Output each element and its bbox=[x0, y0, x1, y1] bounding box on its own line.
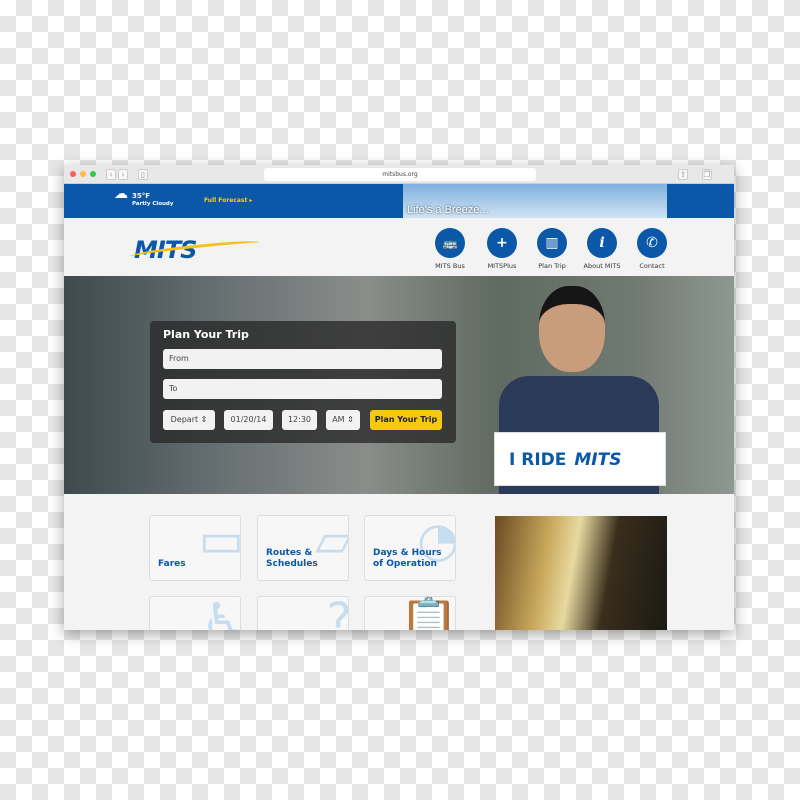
info-icon: i bbox=[587, 228, 617, 258]
nav-label: Plan Trip bbox=[538, 262, 566, 270]
date-input[interactable]: 01/20/14 bbox=[224, 410, 273, 430]
map-icon: ▥ bbox=[537, 228, 567, 258]
tile-label: Routes & Schedules bbox=[266, 548, 318, 569]
browser-window: ‹ › ▯ mitsbus.org ⇧ ❐ ☁ 35°F Partly Clou… bbox=[64, 165, 734, 630]
temperature: 35°F bbox=[132, 192, 151, 200]
maximize-button[interactable] bbox=[90, 171, 96, 177]
tile-label: Fares bbox=[158, 559, 186, 569]
nav-mits-bus[interactable]: 🚌 MITS Bus bbox=[425, 228, 475, 270]
nav-label: MITS Bus bbox=[435, 262, 465, 270]
time-input[interactable]: 12:30 bbox=[282, 410, 317, 430]
clipboard-icon: 📋 bbox=[399, 596, 456, 630]
tile-fares[interactable]: ▭ Fares bbox=[149, 515, 241, 581]
close-button[interactable] bbox=[70, 171, 76, 177]
sidebar-icon[interactable]: ▯ bbox=[138, 169, 148, 180]
nav-mitsplus[interactable]: + MITSPlus bbox=[477, 228, 527, 270]
plan-trip-button[interactable]: Plan Your Trip bbox=[370, 410, 442, 430]
depart-select[interactable]: Depart ⇕ bbox=[163, 410, 215, 430]
nav-label: About MITS bbox=[583, 262, 621, 270]
back-button[interactable]: ‹ bbox=[106, 169, 116, 180]
weather-condition: Partly Cloudy bbox=[132, 201, 174, 207]
sign-logo: MITS bbox=[574, 450, 622, 470]
tile-hours[interactable]: ◔ Days & Hours of Operation bbox=[364, 515, 456, 581]
tile-label: Days & Hours of Operation bbox=[373, 548, 442, 569]
minimize-button[interactable] bbox=[80, 171, 86, 177]
tabs-icon[interactable]: ❐ bbox=[702, 169, 712, 180]
from-input[interactable]: From bbox=[163, 349, 442, 369]
bus-icon: 🚌 bbox=[435, 228, 465, 258]
nav-label: MITSPlus bbox=[487, 262, 517, 270]
weather-cloud-icon: ☁ bbox=[114, 186, 128, 202]
nav-plan-trip[interactable]: ▥ Plan Trip bbox=[527, 228, 577, 270]
i-ride-sign: I RIDE MITS bbox=[494, 432, 666, 486]
quick-links: ▭ Fares ▱ Routes & Schedules ◔ Days & Hours… bbox=[64, 494, 734, 630]
trip-planner-title: Plan Your Trip bbox=[163, 328, 249, 341]
tile-forms[interactable]: 📋 bbox=[364, 596, 456, 630]
to-input[interactable]: To bbox=[163, 379, 442, 399]
share-icon[interactable]: ⇧ bbox=[678, 169, 688, 180]
hero-section: I RIDE MITS Plan Your Trip From To Depart… bbox=[64, 276, 734, 494]
trip-planner: Plan Your Trip From To Depart ⇕ 01/20/14… bbox=[150, 321, 456, 443]
card-icon: ▭ bbox=[198, 515, 241, 568]
top-band: ☁ 35°F Partly Cloudy Full Forecast ▸ Lif… bbox=[64, 184, 734, 218]
tile-accessibility[interactable]: ♿ bbox=[149, 596, 241, 630]
bus-plus-icon: + bbox=[487, 228, 517, 258]
nav-contact[interactable]: ✆ Contact bbox=[627, 228, 677, 270]
full-forecast-link[interactable]: Full Forecast ▸ bbox=[204, 197, 252, 204]
question-icon: ? bbox=[327, 597, 348, 630]
weather-widget: ☁ 35°F Partly Cloudy bbox=[114, 187, 174, 208]
sign-text: I RIDE bbox=[509, 450, 567, 470]
tile-routes[interactable]: ▱ Routes & Schedules bbox=[257, 515, 349, 581]
banner-text: Life's a Breeze... bbox=[407, 204, 489, 216]
mits-logo[interactable]: MITS bbox=[134, 236, 197, 264]
promo-photo[interactable] bbox=[495, 516, 667, 630]
address-bar[interactable]: mitsbus.org bbox=[264, 168, 536, 181]
forward-button[interactable]: › bbox=[118, 169, 128, 180]
banner-ad[interactable]: Life's a Breeze... bbox=[403, 184, 667, 218]
browser-toolbar: ‹ › ▯ mitsbus.org ⇧ ❐ bbox=[64, 165, 734, 184]
nav-label: Contact bbox=[639, 262, 665, 270]
tile-help[interactable]: ? bbox=[257, 596, 349, 630]
accessibility-icon: ♿ bbox=[200, 596, 241, 630]
nav-about-mits[interactable]: i About MITS bbox=[577, 228, 627, 270]
site-header: MITS 🚌 MITS Bus + MITSPlus ▥ Plan Trip i Abo… bbox=[64, 218, 734, 276]
ampm-select[interactable]: AM ⇕ bbox=[326, 410, 360, 430]
phone-icon: ✆ bbox=[637, 228, 667, 258]
